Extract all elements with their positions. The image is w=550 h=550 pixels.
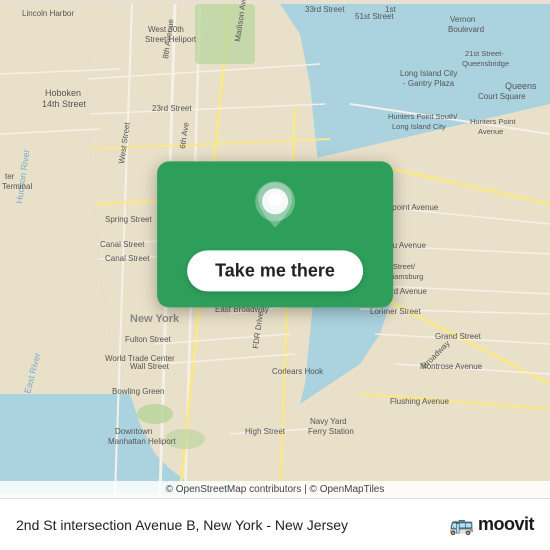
map-attribution: © OpenStreetMap contributors | © OpenMap… xyxy=(0,481,550,498)
svg-text:23rd Street: 23rd Street xyxy=(152,104,192,113)
svg-text:Avenue: Avenue xyxy=(478,127,503,136)
svg-text:Hunters Point: Hunters Point xyxy=(470,117,516,126)
svg-text:Ferry Station: Ferry Station xyxy=(308,427,354,436)
svg-text:Canal Street: Canal Street xyxy=(100,240,145,249)
svg-text:Vernon: Vernon xyxy=(450,15,475,24)
take-me-there-button[interactable]: Take me there xyxy=(187,250,363,291)
svg-text:High Street: High Street xyxy=(245,427,286,436)
svg-text:Hoboken: Hoboken xyxy=(45,88,81,98)
take-me-there-overlay: Take me there xyxy=(157,161,393,307)
app: Hoboken 14th Street West 30th Street Hel… xyxy=(0,0,550,550)
map-container: Hoboken 14th Street West 30th Street Hel… xyxy=(0,0,550,498)
location-label: 2nd St intersection Avenue B, New York -… xyxy=(16,517,441,533)
svg-text:Court Square: Court Square xyxy=(478,92,526,101)
svg-text:ter: ter xyxy=(5,172,15,181)
svg-text:Canal Street: Canal Street xyxy=(105,254,150,263)
moovit-logo: 🚌 moovit xyxy=(449,512,534,537)
svg-text:Long Island City: Long Island City xyxy=(400,69,457,78)
svg-text:1st: 1st xyxy=(385,5,396,14)
svg-text:14th Street: 14th Street xyxy=(42,99,87,109)
bottom-bar: 2nd St intersection Avenue B, New York -… xyxy=(0,498,550,550)
svg-text:Queens: Queens xyxy=(505,81,537,91)
svg-text:Downtown: Downtown xyxy=(115,427,152,436)
svg-text:Manhattan Heliport: Manhattan Heliport xyxy=(108,437,176,446)
svg-text:Grand Street: Grand Street xyxy=(435,332,482,341)
svg-text:Bowling Green: Bowling Green xyxy=(112,387,164,396)
moovit-brand-text: moovit xyxy=(478,514,534,535)
svg-text:21st Street-: 21st Street- xyxy=(465,49,504,58)
svg-text:Lincoln Harbor: Lincoln Harbor xyxy=(22,9,74,18)
location-pin-icon xyxy=(251,179,299,235)
svg-text:Terminal: Terminal xyxy=(2,182,32,191)
svg-text:Corlears Hook: Corlears Hook xyxy=(272,367,324,376)
svg-text:Boulevard: Boulevard xyxy=(448,25,484,34)
attribution-text: © OpenStreetMap contributors | © OpenMap… xyxy=(166,484,385,495)
svg-text:Montrose Avenue: Montrose Avenue xyxy=(420,362,483,371)
svg-text:Wall Street: Wall Street xyxy=(130,362,170,371)
action-card: Take me there xyxy=(157,161,393,307)
svg-text:Spring Street: Spring Street xyxy=(105,215,152,224)
svg-text:Navy Yard: Navy Yard xyxy=(310,417,347,426)
svg-text:Fulton Street: Fulton Street xyxy=(125,335,172,344)
location-icon-container xyxy=(251,179,299,240)
moovit-emoji-icon: 🚌 xyxy=(449,512,474,537)
svg-text:Lorimer Street: Lorimer Street xyxy=(370,307,421,316)
svg-text:New York: New York xyxy=(130,313,180,325)
svg-text:Hunters Point South/: Hunters Point South/ xyxy=(388,112,458,121)
svg-text:Long Island City: Long Island City xyxy=(392,122,446,131)
svg-text:Flushing Avenue: Flushing Avenue xyxy=(390,397,450,406)
svg-text:Queensbridge: Queensbridge xyxy=(462,59,509,68)
svg-text:- Gantry Plaza: - Gantry Plaza xyxy=(403,79,455,88)
svg-text:33rd Street: 33rd Street xyxy=(305,5,345,14)
